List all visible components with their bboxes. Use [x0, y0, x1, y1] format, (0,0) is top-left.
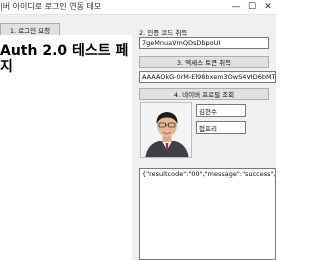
window-title: |버 아이디로 로그인 연동 데모 [0, 2, 102, 11]
minimize-icon[interactable]: — [230, 2, 242, 12]
profile-name-field[interactable]: 김현수 [196, 104, 246, 117]
get-access-token-button[interactable]: 3. 엑세스 토큰 취득 [139, 56, 269, 68]
profile-photo [140, 102, 192, 158]
app-window: |버 아이디로 로그인 연동 데모 — ☐ ✕ 1. 로그인 요청 Auth 2… [0, 0, 276, 260]
access-token-field[interactable]: AAAAOkG-0rM-El98bxem3OwS4VID6bMTx5qNRp [139, 71, 276, 83]
profile-photo-image [141, 103, 191, 157]
maximize-icon[interactable]: ☐ [246, 2, 258, 12]
browser-heading-line2: 지 [0, 59, 13, 75]
browser-heading-line1: Auth 2.0 테스트 페 [0, 43, 129, 59]
profile-nickname-field[interactable]: 험프리 [196, 121, 246, 134]
profile-response-textarea[interactable]: {"resultcode":"00","message":"success","… [139, 168, 276, 260]
auth-code-label: 2. 인증 코드 취득 [139, 29, 188, 37]
title-bar: |버 아이디로 로그인 연동 데모 — ☐ ✕ [0, 0, 276, 15]
login-browser[interactable]: Auth 2.0 테스트 페 지 [0, 35, 132, 260]
close-icon[interactable]: ✕ [262, 2, 274, 12]
get-profile-button[interactable]: 4. 네이버 프로필 조회 [139, 88, 269, 100]
auth-code-field[interactable]: 7geMnuaVmQDsDbpoUI [139, 37, 269, 49]
browser-heading: Auth 2.0 테스트 페 지 [0, 43, 132, 75]
